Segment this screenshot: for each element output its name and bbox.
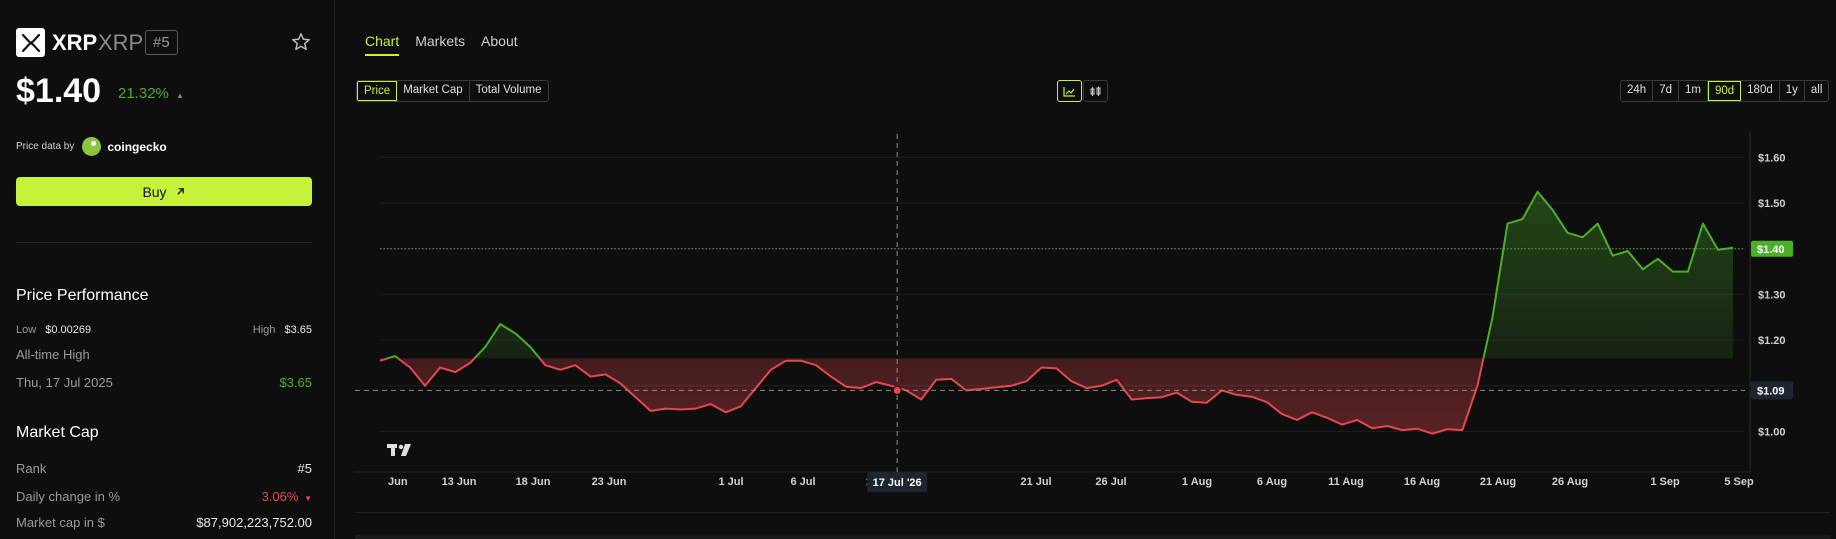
x-tick-label: 1 Sep [1650,476,1680,488]
price-change-value: 21.32% [118,85,169,102]
price-change: 21.32% ▲ [118,85,184,102]
y-tick-label: $1.20 [1758,335,1786,347]
market-cap-row: Market cap in $ $87,902,223,752.00 [16,515,312,530]
low-value: $0.00269 [45,324,92,336]
current-price-tag: $1.40 [1757,244,1785,256]
current-price: $1.40 [16,72,102,110]
range-7d[interactable]: 7d [1653,81,1679,101]
range-tabs: 24h 7d 1m 90d 180d 1y all [1620,80,1830,102]
x-tick-label: 18 Jun [516,476,551,488]
high-group: High $3.65 [253,324,312,336]
line-chart-icon[interactable] [1057,80,1082,102]
daily-change-row: Daily change in % 3.06% ▼ [16,489,312,504]
x-tick-label: 1 Aug [1182,476,1212,488]
y-tick-label: $1.30 [1758,289,1786,301]
x-tick-label: 16 Aug [1404,476,1440,488]
divider [355,535,1830,539]
x-tick-label: 6 Aug [1257,476,1287,488]
x-tick-label: 26 Aug [1552,476,1588,488]
x-tick-label: 1 Jul [718,476,743,488]
tab-markets[interactable]: Markets [415,33,465,56]
rank-label: Rank [16,461,47,476]
page: XRP XRP #5 $1.40 21.32% ▲ Price data by … [0,0,1836,539]
y-tick-label: $1.00 [1758,426,1786,438]
tab-chart[interactable]: Chart [365,33,400,56]
metric-tab-price[interactable]: Price [357,81,398,101]
area-above-baseline [380,191,1733,359]
crosshair-date-tag: 17 Jul '26 [873,477,922,489]
price-chart[interactable]: $1.00$1.10$1.20$1.30$1.40$1.50$1.60$1.40… [355,130,1830,500]
price-data-provider[interactable]: coingecko [107,140,166,154]
x-tick-label: 26 Jul [1095,476,1126,488]
metric-tab-total-volume[interactable]: Total Volume [470,81,548,101]
ath-date-row: Thu, 17 Jul 2025 $3.65 [16,375,312,390]
buy-button-label: Buy [142,183,167,200]
divider [16,242,312,243]
crosshair-value-tag: $1.09 [1757,385,1785,397]
y-tick-label: $1.50 [1758,198,1786,210]
low-high-row: Low $0.00269 High $3.65 [16,324,312,336]
buy-button[interactable]: Buy [16,177,312,206]
x-tick-label: 23 Jun [592,476,627,488]
low-group: Low $0.00269 [16,324,91,336]
high-label: High [252,324,276,336]
price-performance-title: Price Performance [16,287,149,304]
x-tick-label: 5 Sep [1724,476,1754,488]
x-tick-label: 6 Jul [790,476,815,488]
metric-tab-market-cap[interactable]: Market Cap [397,81,470,101]
y-tick-label: $1.60 [1758,152,1786,164]
coin-symbol: XRP [98,30,144,55]
divider [355,512,1830,513]
price-data-source: Price data by coingecko [16,137,167,156]
coin-sidebar: XRP XRP #5 $1.40 21.32% ▲ Price data by … [0,0,335,539]
high-value: $3.65 [284,324,312,336]
up-arrow-icon: ▲ [176,91,184,100]
range-90d[interactable]: 90d [1707,81,1742,101]
crosshair-point [892,385,902,395]
tradingview-logo-icon [387,444,411,456]
metric-tabs: Price Market Cap Total Volume [356,80,549,102]
ath-label: All-time High [16,347,90,362]
ath-value: $3.65 [279,375,312,390]
arrow-up-right-icon [176,188,184,195]
daily-change-number: 3.06% [261,489,299,504]
price-data-label: Price data by [16,141,75,152]
x-tick-label: 13 Jun [442,476,477,488]
ath-date: Thu, 17 Jul 2025 [16,375,113,390]
star-icon[interactable] [290,31,312,53]
daily-change-value: 3.06% ▼ [262,489,312,504]
market-cap-label: Market cap in $ [16,515,105,530]
range-24h[interactable]: 24h [1621,81,1654,101]
rank-row: Rank #5 [16,461,312,476]
coingecko-logo-icon [82,137,102,156]
x-tick-label: 21 Aug [1480,476,1516,488]
range-180d[interactable]: 180d [1741,81,1780,101]
daily-change-label: Daily change in % [16,489,121,504]
x-tick-label: 21 Jul [1020,476,1051,488]
low-label: Low [16,324,37,336]
range-1y[interactable]: 1y [1780,81,1805,101]
rank-badge: #5 [145,30,178,55]
coin-name: XRP [52,30,98,55]
main-tabs: Chart Markets About [365,33,518,56]
down-arrow-icon: ▼ [304,494,312,503]
rank-value: #5 [297,461,312,476]
x-tick-label: Jun [388,476,408,488]
tab-about[interactable]: About [481,33,518,56]
x-tick-label: 11 Aug [1328,476,1364,488]
market-cap-value: $87,902,223,752.00 [196,515,312,530]
candlestick-icon[interactable] [1083,80,1108,102]
xrp-logo [16,28,45,57]
market-cap-title: Market Cap [16,424,99,441]
range-1m[interactable]: 1m [1679,81,1708,101]
range-all[interactable]: all [1805,81,1829,101]
ath-row: All-time High [16,347,312,362]
